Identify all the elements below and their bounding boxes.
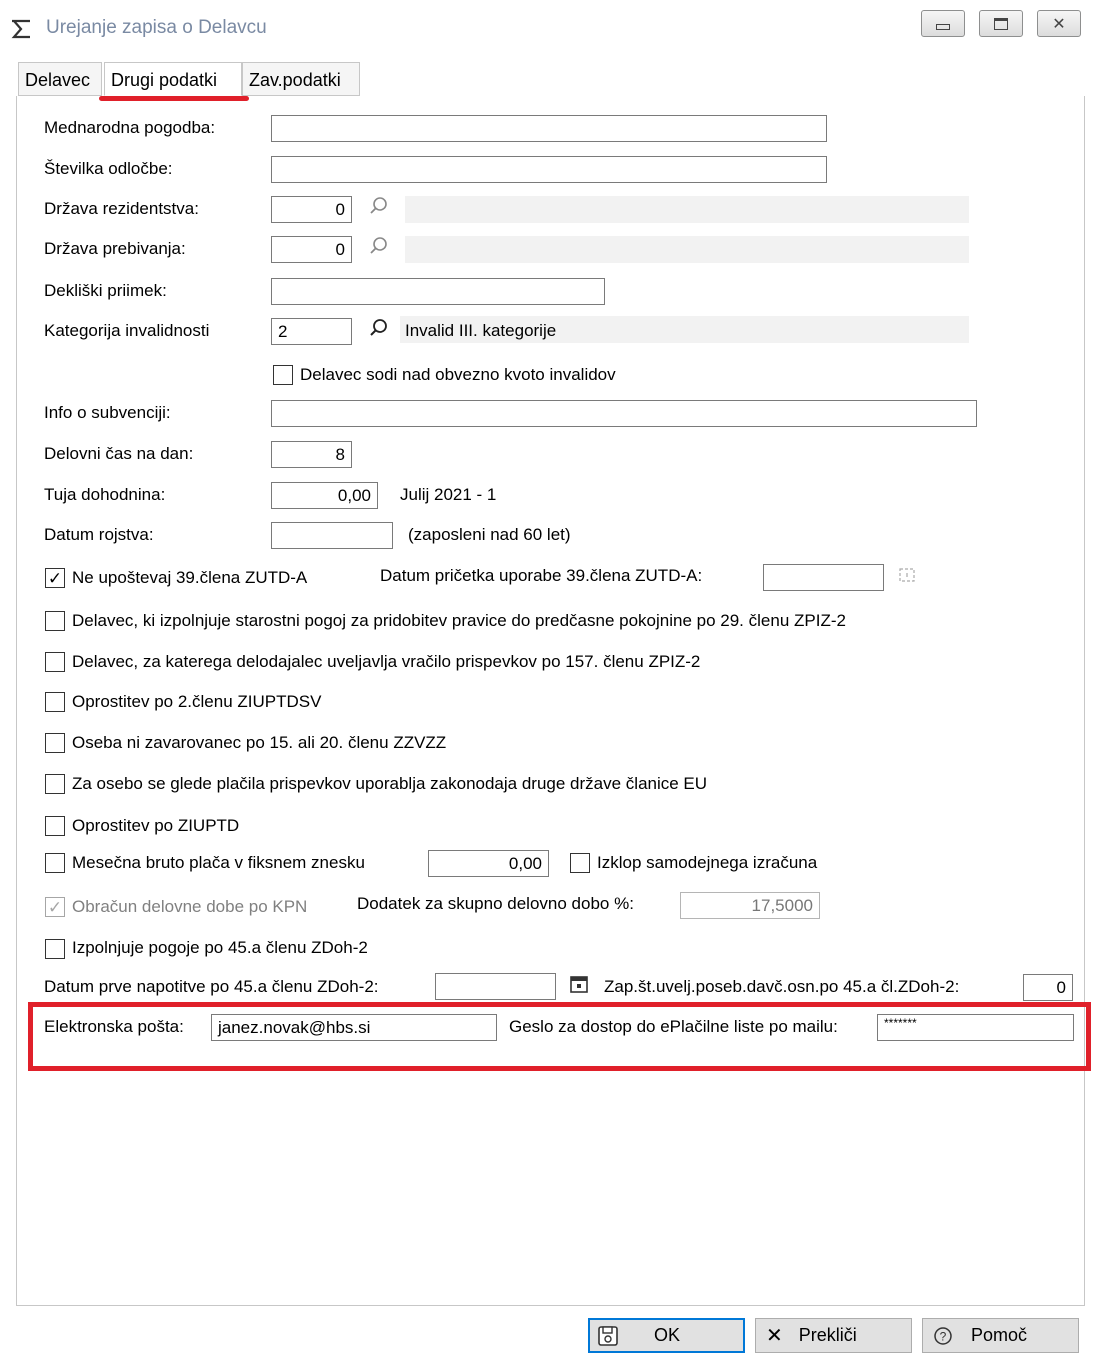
dekliski-priimek-label: Dekliški priimek: — [44, 281, 167, 300]
minimize-button[interactable] — [921, 10, 965, 37]
check-ziuptdsv[interactable] — [45, 692, 65, 712]
tab-delavec[interactable]: Delavec — [18, 62, 102, 96]
tab-label: Zav.podatki — [249, 70, 341, 90]
date-picker-icon[interactable] — [897, 565, 917, 585]
datum-pricetka-39-label: Datum pričetka uporabe 39.člena ZUTD-A: — [380, 566, 703, 585]
drzava-prebivanja-input[interactable]: 0 — [271, 236, 352, 263]
check-zzvzz[interactable] — [45, 733, 65, 753]
check-predcasna-pokojnina[interactable] — [45, 611, 65, 631]
dodatek-input: 17,5000 — [680, 892, 820, 919]
cancel-button[interactable]: ✕ Prekliči — [755, 1318, 912, 1353]
save-icon — [598, 1325, 618, 1346]
checkmark-icon: ✓ — [47, 568, 63, 588]
help-label: Pomoč — [971, 1325, 1028, 1345]
datum-prve-napotitve-label: Datum prve napotitve po 45.a členu ZDoh-… — [44, 977, 379, 996]
tuja-dohodnina-input[interactable]: 0,00 — [271, 482, 378, 509]
check-eu-zakonodaja[interactable] — [45, 774, 65, 794]
check-ziuptd[interactable] — [45, 816, 65, 836]
tuja-dohodnina-label: Tuja dohodnina: — [44, 485, 166, 504]
dekliski-priimek-input[interactable] — [271, 278, 605, 305]
drzava-rezidentstva-input[interactable]: 0 — [271, 196, 352, 223]
search-icon[interactable] — [368, 317, 390, 339]
tab-drugi-podatki[interactable]: Drugi podatki — [104, 62, 242, 96]
drzava-rezidentstva-name — [405, 196, 969, 223]
izklop-label: Izklop samodejnega izračuna — [597, 853, 818, 872]
restore-icon — [994, 17, 1008, 30]
mednarodna-pogodba-input[interactable] — [271, 115, 827, 142]
datum-prve-napotitve-input[interactable] — [435, 973, 556, 1000]
geslo-label: Geslo za dostop do ePlačilne liste po ma… — [509, 1017, 838, 1036]
zap-st-input[interactable]: 0 — [1023, 974, 1073, 1001]
tab-highlight-underline — [99, 96, 249, 101]
mesecna-bruto-checkbox[interactable] — [45, 853, 65, 873]
search-icon[interactable] — [368, 195, 390, 217]
izpolnjuje-45a-checkbox[interactable] — [45, 939, 65, 959]
delovni-cas-input[interactable]: 8 — [271, 441, 352, 468]
edit-record-icon — [11, 19, 30, 39]
info-subvencija-input[interactable] — [271, 400, 977, 427]
close-icon: ✕ — [1052, 15, 1066, 33]
ok-button[interactable]: OK — [588, 1318, 745, 1353]
help-button[interactable]: ? Pomoč — [922, 1318, 1079, 1353]
obracun-kpn-label: Obračun delovne dobe po KPN — [72, 897, 308, 916]
mesecna-bruto-label: Mesečna bruto plača v fiksnem znesku — [72, 853, 365, 872]
search-icon[interactable] — [368, 235, 390, 257]
window-title: Urejanje zapisa o Delavcu — [46, 17, 267, 38]
tab-zav-podatki[interactable]: Zav.podatki — [242, 62, 360, 96]
calendar-icon[interactable] — [568, 973, 590, 995]
check-ziuptdsv-label: Oprostitev po 2.členu ZIUPTDSV — [72, 692, 322, 711]
check-ziuptd-label: Oprostitev po ZIUPTD — [72, 816, 240, 835]
minimize-icon — [936, 23, 950, 30]
svg-text:?: ? — [940, 1329, 947, 1343]
cancel-label: Prekliči — [798, 1325, 857, 1345]
kategorija-invalidnosti-label: Kategorija invalidnosti — [44, 321, 210, 340]
stevilka-odlocbe-label: Številka odločbe: — [44, 159, 173, 178]
maximize-button[interactable] — [979, 10, 1023, 37]
check-predcasna-pokojnina-label: Delavec, ki izpolnjuje starostni pogoj z… — [72, 611, 846, 630]
check-zzvzz-label: Oseba ni zavarovanec po 15. ali 20. člen… — [72, 733, 447, 752]
nad-kvoto-checkbox[interactable] — [273, 365, 293, 385]
nad-kvoto-label: Delavec sodi nad obvezno kvoto invalidov — [300, 365, 616, 384]
close-icon: ✕ — [766, 1325, 783, 1347]
info-subvencija-label: Info o subvenciji: — [44, 403, 171, 422]
ok-label: OK — [654, 1325, 681, 1345]
kategorija-invalidnosti-name: Invalid III. kategorije — [405, 321, 557, 340]
mednarodna-pogodba-label: Mednarodna pogodba: — [44, 118, 216, 137]
check-vracilo-prispevkov[interactable] — [45, 652, 65, 672]
datum-pricetka-39-input[interactable] — [763, 564, 884, 591]
check-eu-zakonodaja-label: Za osebo se glede plačila prispevkov upo… — [72, 774, 708, 793]
drzava-prebivanja-label: Država prebivanja: — [44, 239, 186, 258]
stevilka-odlocbe-input[interactable] — [271, 156, 827, 183]
datum-rojstva-note: (zaposleni nad 60 let) — [408, 525, 571, 544]
delovni-cas-label: Delovni čas na dan: — [44, 444, 194, 463]
izpolnjuje-45a-label: Izpolnjuje pogoje po 45.a členu ZDoh-2 — [72, 938, 368, 957]
datum-rojstva-label: Datum rojstva: — [44, 525, 154, 544]
drzava-rezidentstva-label: Država rezidentstva: — [44, 199, 199, 218]
ne-upostevaj-39-checkbox[interactable]: ✓ — [45, 568, 65, 588]
ne-upostevaj-39-label: Ne upoštevaj 39.člena ZUTD-A — [72, 568, 308, 587]
kategorija-invalidnosti-input[interactable]: 2 — [271, 318, 352, 345]
email-input[interactable]: janez.novak@hbs.si — [211, 1014, 497, 1041]
zap-st-label: Zap.št.uvelj.poseb.davč.osn.po 45.a čl.Z… — [604, 977, 960, 996]
tab-label: Delavec — [25, 70, 91, 90]
check-vracilo-prispevkov-label: Delavec, za katerega delodajalec uveljav… — [72, 652, 701, 671]
mesecna-bruto-input[interactable]: 0,00 — [428, 850, 549, 877]
tuja-dohodnina-period: Julij 2021 - 1 — [400, 485, 497, 504]
help-icon: ? — [934, 1326, 952, 1345]
dodatek-label: Dodatek za skupno delovno dobo %: — [357, 894, 634, 913]
close-button[interactable]: ✕ — [1037, 10, 1081, 37]
checkmark-icon: ✓ — [47, 897, 63, 917]
email-label: Elektronska pošta: — [44, 1017, 184, 1036]
datum-rojstva-input[interactable] — [271, 522, 393, 549]
drzava-prebivanja-name — [405, 236, 969, 263]
tab-label: Drugi podatki — [111, 70, 218, 90]
obracun-kpn-checkbox: ✓ — [45, 897, 65, 917]
geslo-input[interactable]: ******* — [877, 1014, 1074, 1041]
izklop-checkbox[interactable] — [570, 853, 590, 873]
